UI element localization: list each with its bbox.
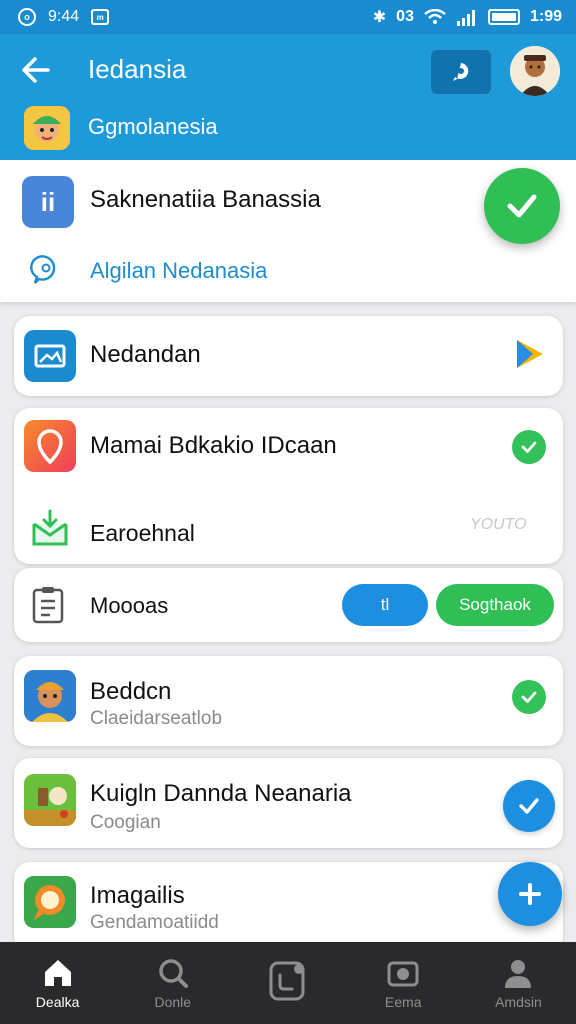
item-subtitle: Coogian <box>90 812 161 833</box>
cell-signal-icon <box>456 10 475 26</box>
app-icon <box>24 106 70 150</box>
check-icon <box>507 194 537 218</box>
list-item[interactable]: Kuigln Dannda Neanaria Coogian <box>14 758 563 848</box>
bluetooth-icon: ✱ <box>372 9 387 26</box>
item-title: Kuigln Dannda Neanaria <box>90 780 352 807</box>
pill-button-primary[interactable]: tl <box>342 584 428 626</box>
camera-icon <box>387 961 419 987</box>
search-icon <box>159 959 188 988</box>
avatar-image-icon <box>510 46 560 96</box>
check-icon[interactable] <box>512 430 546 464</box>
item-secondary-title: Earoehnal <box>90 520 195 546</box>
chat-bubble-icon <box>453 63 469 81</box>
brand-watermark: YOUTO <box>470 516 527 533</box>
status-time: 1:99 <box>529 8 562 25</box>
header-subtitle: Ggmolanesia <box>88 114 218 139</box>
character-icon <box>24 106 70 150</box>
plus-icon <box>519 883 541 905</box>
nav-item-profile[interactable]: Amdsin <box>461 942 576 1024</box>
item-subtitle: Gendamoatiidd <box>90 912 219 933</box>
list-item[interactable]: Beddcn Claeidarseatlob <box>14 656 563 746</box>
nav-label: Dealka <box>35 994 80 1010</box>
play-icon[interactable] <box>511 336 547 372</box>
item-title: Imagailis <box>90 882 185 909</box>
notification-icon: o <box>18 8 36 26</box>
status-left-text: 9:44 <box>48 8 80 25</box>
person-icon <box>505 960 532 988</box>
chat-button[interactable] <box>431 50 491 94</box>
wifi-icon <box>424 9 446 24</box>
nav-label: Eema <box>384 994 422 1010</box>
chat-icon <box>269 961 305 1001</box>
nav-item-search[interactable]: Donle <box>115 942 230 1024</box>
item-title: Moooas <box>90 593 169 618</box>
inbox-icon <box>32 509 68 546</box>
avatar[interactable] <box>510 46 560 96</box>
location-pin-icon <box>24 420 76 472</box>
chat-app-icon <box>24 876 76 928</box>
check-icon <box>519 798 539 814</box>
account-panel: ii Saknenatiia Banassia Algilan Nedanasi… <box>0 160 576 302</box>
status-signal-label: 03 <box>396 8 414 25</box>
app-header: Iedansia Ggmolanesia <box>0 34 576 160</box>
page-title: Iedansia <box>88 54 187 84</box>
status-bar: o 9:44 m ✱ 03 1:99 <box>0 0 576 34</box>
game-scene-icon <box>24 774 76 826</box>
account-title: Saknenatiia Banassia <box>90 186 321 213</box>
document-icon <box>32 587 64 624</box>
gallery-icon <box>24 330 76 382</box>
home-icon <box>44 960 71 986</box>
check-icon[interactable] <box>512 680 546 714</box>
app-notification-icon: m <box>91 9 110 25</box>
add-fab[interactable] <box>498 862 562 926</box>
nav-item-camera[interactable]: Eema <box>346 942 461 1024</box>
confirm-fab[interactable] <box>484 168 560 244</box>
bottom-nav: Dealka Donle Eema Amdsin <box>0 942 576 1024</box>
list-item[interactable]: Moooas tl Sogthaok <box>14 568 563 642</box>
battery-icon <box>487 9 520 25</box>
list-item[interactable]: Nedandan <box>14 316 563 396</box>
item-title: Nedandan <box>90 341 201 368</box>
nav-item-chat[interactable] <box>230 942 345 1024</box>
nav-label: Amdsin <box>495 994 542 1010</box>
list-item[interactable]: Mamai Bdkakio IDcaan Earoehnal YOUTO <box>14 408 563 564</box>
game-character-icon <box>24 670 76 722</box>
nav-item-home[interactable]: Dealka <box>0 942 115 1024</box>
location-chat-icon <box>30 255 56 284</box>
list-item[interactable]: Imagailis Gendamoatiidd <box>14 862 563 952</box>
check-button[interactable] <box>503 780 555 832</box>
pill-button-secondary[interactable]: Sogthaok <box>436 584 554 626</box>
item-subtitle: Claeidarseatlob <box>90 708 223 729</box>
item-title: Mamai Bdkakio IDcaan <box>90 432 337 459</box>
account-icon: ii <box>22 176 74 228</box>
back-arrow-icon[interactable] <box>18 52 54 88</box>
account-link[interactable]: Algilan Nedanasia <box>90 258 267 284</box>
item-title: Beddcn <box>90 678 172 705</box>
nav-label: Donle <box>154 994 192 1010</box>
